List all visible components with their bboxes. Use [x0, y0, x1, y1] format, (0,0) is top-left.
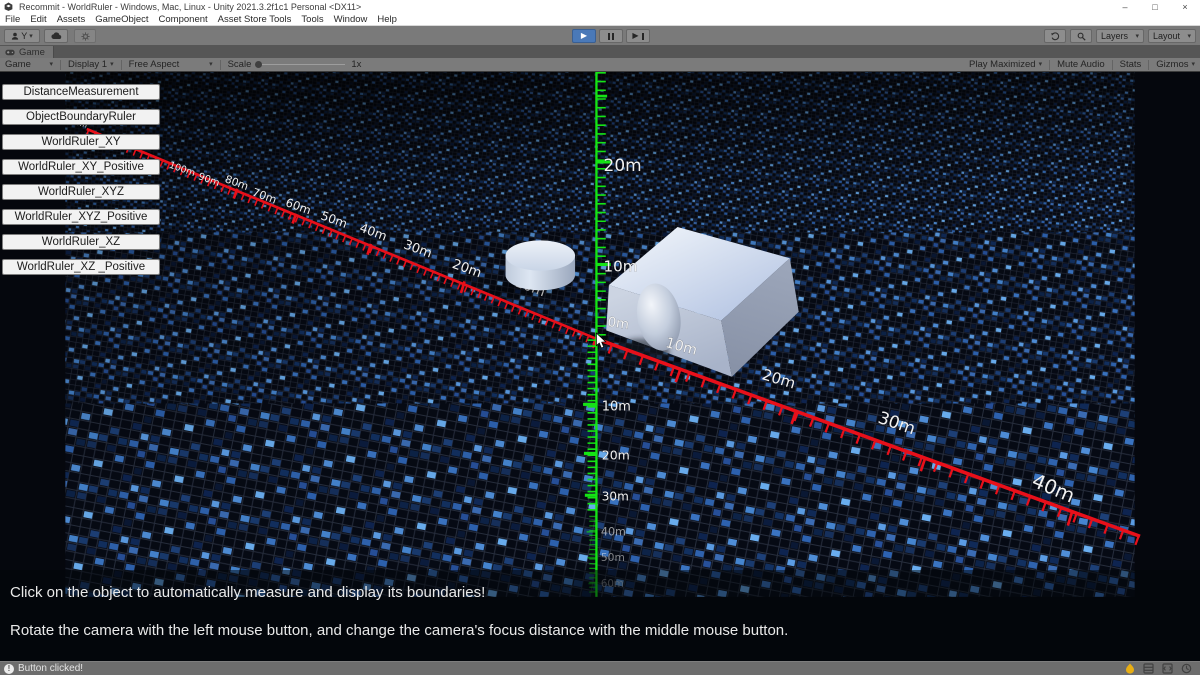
menu-help[interactable]: Help — [372, 14, 402, 25]
button-worldruler-xy[interactable]: WorldRuler_XY — [2, 134, 160, 150]
display-dropdown[interactable]: Display 1 ▾ — [63, 58, 119, 71]
y-axis-label: 40m — [601, 525, 626, 538]
button-worldruler-xyz-positive[interactable]: WorldRuler_XYZ_Positive — [2, 209, 160, 225]
close-button[interactable]: × — [1170, 2, 1200, 12]
scale-value: 1x — [351, 59, 361, 70]
y-axis-label: 10m — [602, 400, 631, 415]
pause-button[interactable] — [599, 29, 623, 43]
code-optimization-icon[interactable] — [1162, 663, 1173, 674]
cache-server-icon[interactable] — [1143, 663, 1154, 674]
search-button[interactable] — [1070, 29, 1092, 43]
stats-toggle[interactable]: Stats — [1115, 58, 1147, 71]
chevron-down-icon: ▾ — [49, 61, 53, 68]
minimize-button[interactable]: – — [1110, 2, 1140, 12]
scale-slider-track[interactable] — [257, 64, 345, 65]
gamepad-icon — [5, 49, 15, 56]
chevron-down-icon: ▾ — [29, 33, 33, 40]
restore-button[interactable]: □ — [1140, 2, 1170, 12]
tab-game[interactable]: Game — [0, 46, 54, 58]
button-worldruler-xy-positive[interactable]: WorldRuler_XY_Positive — [2, 159, 160, 175]
unity-editor-window: Recommit - WorldRuler - Windows, Mac, Li… — [0, 0, 1200, 675]
chevron-down-icon: ▾ — [110, 61, 114, 68]
layout-dropdown[interactable]: Layout ▾ — [1148, 29, 1196, 43]
button-worldruler-xz-positive[interactable]: WorldRuler_XZ _Positive — [2, 259, 160, 275]
mute-audio-toggle[interactable]: Mute Audio — [1052, 58, 1110, 71]
tab-game-label: Game — [19, 47, 45, 58]
menu-component[interactable]: Component — [154, 14, 213, 25]
instruction-line-2: Rotate the camera with the left mouse bu… — [10, 622, 788, 639]
account-button[interactable]: Y ▾ — [4, 29, 40, 43]
chevron-down-icon: ▾ — [1191, 61, 1195, 68]
instruction-line-1: Click on the object to automatically mea… — [10, 584, 485, 601]
gizmos-dropdown[interactable]: Gizmos ▾ — [1151, 58, 1200, 71]
undo-history-button[interactable] — [1044, 29, 1066, 43]
cloud-icon — [51, 32, 62, 40]
gear-icon — [81, 32, 90, 41]
instruction-overlay: Click on the object to automatically mea… — [0, 570, 1200, 661]
history-icon — [1051, 32, 1060, 41]
status-message[interactable]: Button clicked! — [18, 663, 83, 674]
services-button[interactable] — [74, 29, 96, 43]
step-icon: ▶ — [632, 32, 638, 40]
menu-assets[interactable]: Assets — [52, 14, 91, 25]
button-worldruler-xz[interactable]: WorldRuler_XZ — [2, 234, 160, 250]
person-icon — [11, 32, 19, 40]
chevron-down-icon: ▾ — [209, 61, 213, 68]
scale-slider-knob[interactable] — [255, 61, 262, 68]
play-button[interactable]: ▶ — [572, 29, 596, 43]
menu-asset-store-tools[interactable]: Asset Store Tools — [213, 14, 297, 25]
y-axis-label: 20m — [604, 155, 642, 175]
origin-label: 0m — [607, 315, 630, 333]
aspect-dropdown[interactable]: Free Aspect ▾ — [124, 58, 218, 71]
y-axis-label: 50m — [601, 551, 625, 564]
button-object-boundary-ruler[interactable]: ObjectBoundaryRuler — [2, 109, 160, 125]
game-viewport[interactable]: 10m — [0, 72, 1200, 661]
pause-icon — [608, 33, 614, 40]
window-title: Recommit - WorldRuler - Windows, Mac, Li… — [19, 2, 1110, 12]
menu-tools[interactable]: Tools — [296, 14, 328, 25]
chevron-down-icon: ▾ — [1039, 61, 1043, 68]
status-bar: ! Button clicked! — [0, 661, 1200, 675]
cloud-button[interactable] — [44, 29, 68, 43]
progress-icon[interactable] — [1181, 663, 1192, 674]
menu-gameobject[interactable]: GameObject — [90, 14, 153, 25]
menu-bar: File Edit Assets GameObject Component As… — [0, 13, 1200, 26]
tab-strip: Game — [0, 46, 1200, 58]
play-maximized-dropdown[interactable]: Play Maximized ▾ — [964, 58, 1047, 71]
y-axis-label: 10m — [604, 258, 638, 276]
title-bar: Recommit - WorldRuler - Windows, Mac, Li… — [0, 0, 1200, 13]
game-view-toolbar: Game ▾ Display 1 ▾ Free Aspect ▾ Scale 1… — [0, 58, 1200, 72]
layers-dropdown[interactable]: Layers ▾ — [1096, 29, 1144, 43]
display-mode-dropdown[interactable]: Game ▾ — [0, 58, 58, 71]
step-button[interactable]: ▶ — [626, 29, 650, 43]
search-icon — [1077, 32, 1086, 41]
chevron-down-icon: ▾ — [1187, 33, 1191, 40]
menu-window[interactable]: Window — [329, 14, 373, 25]
play-icon: ▶ — [581, 32, 587, 40]
main-toolbar: Y ▾ ▶ ▶ — [0, 26, 1200, 46]
y-axis-label: 30m — [602, 490, 629, 504]
button-distance-measurement[interactable]: DistanceMeasurement — [2, 84, 160, 100]
scale-label: Scale — [228, 59, 252, 70]
chevron-down-icon: ▾ — [1135, 33, 1139, 40]
info-icon: ! — [4, 664, 14, 674]
menu-file[interactable]: File — [0, 14, 25, 25]
account-initial: Y — [21, 31, 27, 41]
activity-icon[interactable] — [1125, 663, 1135, 674]
menu-edit[interactable]: Edit — [25, 14, 51, 25]
button-worldruler-xyz[interactable]: WorldRuler_XYZ — [2, 184, 160, 200]
scale-slider[interactable]: Scale 1x — [223, 58, 367, 71]
unity-logo-icon — [4, 2, 13, 11]
y-axis-label: 20m — [602, 448, 630, 463]
